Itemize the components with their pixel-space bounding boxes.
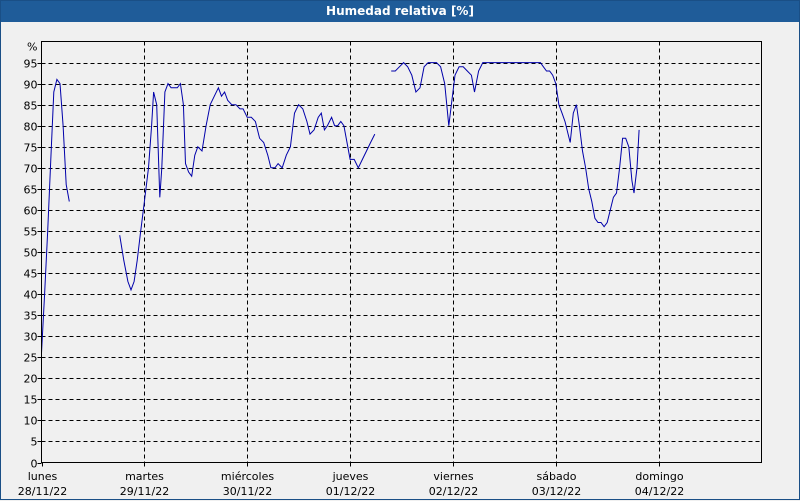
y-tick-label: 25: [24, 352, 38, 365]
humidity-series-line: [41, 78, 70, 354]
x-axis-ticks: lunes 28/11/22 martes 29/11/22 miércoles 30/1…: [18, 462, 684, 498]
x-tick-day-label: sábado: [537, 470, 577, 483]
x-tick-date-label: 01/12/22: [326, 485, 375, 498]
y-tick-label: 55: [24, 226, 38, 239]
x-tick-date-label: 04/12/22: [635, 485, 684, 498]
y-tick-label: 95: [24, 58, 38, 71]
chart-window: Humedad relativa [%] 0 5 10 15 20 25 30 35 40 45 5…: [0, 0, 800, 500]
y-tick-label: 15: [24, 394, 38, 407]
y-tick-label: 0: [31, 458, 38, 471]
y-tick-label: 80: [24, 121, 38, 134]
x-tick-day-label: martes: [125, 470, 164, 483]
y-axis-ticks: 0 5 10 15 20 25 30 35 40 45 50 55 60 65 70 75 80 85 90 95: [24, 58, 42, 471]
y-tick-label: 20: [24, 373, 38, 386]
x-tick-date-label: 29/11/22: [120, 485, 169, 498]
y-tick-label: 75: [24, 142, 38, 155]
y-tick-label: 60: [24, 205, 38, 218]
x-tick-date-label: 30/11/22: [223, 485, 272, 498]
y-tick-label: 30: [24, 331, 38, 344]
humidity-series-line: [391, 61, 640, 228]
y-axis-unit-label: %: [27, 41, 37, 54]
x-tick-day-label: lunes: [28, 470, 58, 483]
y-tick-label: 70: [24, 163, 38, 176]
x-tick-day-label: jueves: [332, 470, 369, 483]
y-tick-label: 10: [24, 415, 38, 428]
humidity-chart: 0 5 10 15 20 25 30 35 40 45 50 55 60 65 70 75 80 85 90 95 l…: [18, 41, 762, 498]
grid-lines: [41, 41, 762, 463]
x-tick-day-label: domingo: [635, 470, 683, 483]
y-tick-label: 40: [24, 289, 38, 302]
x-tick-day-label: miércoles: [221, 470, 274, 483]
y-tick-label: 85: [24, 100, 38, 113]
y-tick-label: 45: [24, 268, 38, 281]
x-tick-date-label: 28/11/22: [18, 485, 67, 498]
x-tick-date-label: 02/12/22: [429, 485, 478, 498]
data-lines: [41, 61, 640, 354]
x-tick-day-label: viernes: [433, 470, 473, 483]
y-tick-label: 5: [31, 436, 38, 449]
y-tick-label: 90: [24, 79, 38, 92]
y-tick-label: 50: [24, 247, 38, 260]
x-tick-date-label: 03/12/22: [532, 485, 581, 498]
y-tick-label: 35: [24, 310, 38, 323]
y-tick-label: 65: [24, 184, 38, 197]
